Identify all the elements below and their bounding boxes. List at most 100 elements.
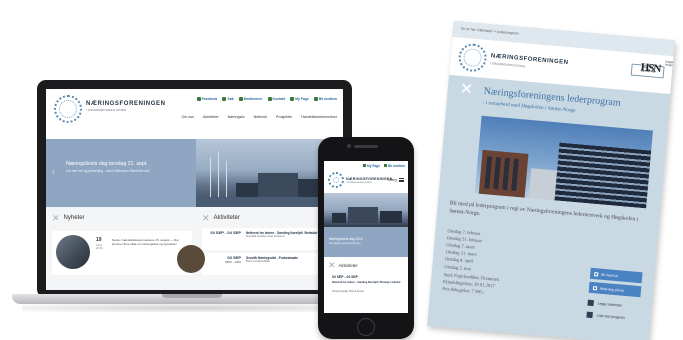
mobile-brand-sub: I DRAMMENSREGIONEN xyxy=(346,182,372,184)
cross-icon: ✕ xyxy=(52,212,60,223)
phone-speaker xyxy=(354,145,378,148)
cross-icon: ✕ xyxy=(202,212,210,223)
mobile-event-date: 03 SEP - 04 SEP xyxy=(332,275,358,279)
home-button xyxy=(357,318,375,336)
decorative-circle xyxy=(177,245,205,273)
util-label: Medlemmer xyxy=(243,97,263,101)
nav-item[interactable]: Aktiviteter xyxy=(203,115,219,119)
mobile-util-my-page[interactable]: My Page xyxy=(363,164,380,168)
news-column: ✕ Nyheter 19 AUG 2016 Neste / Handelsbestem… xyxy=(52,211,192,275)
hero-text-panel[interactable]: ‹ Næringslivets dag torsdag 21. sept. Le… xyxy=(46,139,196,207)
news-text: Neste / Handelsbestemmelsene 15. august … xyxy=(112,238,179,247)
util-search[interactable]: Søk xyxy=(222,97,234,101)
register-button[interactable]: Meld deg på her xyxy=(588,281,642,298)
calendar-label: Legg i kalender xyxy=(597,301,623,308)
event-time: 0800 - 1000 xyxy=(224,259,241,264)
news-heading: Nyheter xyxy=(63,215,85,221)
laptop-screen: NÆRINGSFORENINGEN I DRAMMENSREGIONEN Fac… xyxy=(46,89,343,290)
download-program-link[interactable]: Last ned program xyxy=(586,311,625,321)
mobile-activities-heading: Aktiviteter xyxy=(338,263,358,268)
util-label: Facebook xyxy=(201,97,218,101)
util-facebook[interactable]: Facebook xyxy=(196,97,218,101)
mobile-hero-text[interactable]: Næringslivets dag 2016 Se program og påm… xyxy=(324,227,408,257)
site-brand[interactable]: NÆRINGSFORENINGEN xyxy=(86,101,166,107)
mobile-hero-subtitle: Se program og påmelding her xyxy=(329,242,361,245)
search-icon xyxy=(222,97,227,101)
nav-item[interactable]: Næringsliv xyxy=(228,115,245,119)
mobile-activities: ✕ Aktiviteter 03 SEP - 04 SEP Nettverk fo… xyxy=(324,257,408,313)
util-label: Kontakt xyxy=(272,97,286,101)
mobile-event-title[interactable]: Nettverk for ledere - Samling Norefjell … xyxy=(332,281,404,285)
phone-icon xyxy=(267,97,272,101)
activities-heading: Aktiviteter xyxy=(213,215,240,221)
news-item[interactable]: 19 AUG 2016 Neste / Handelsbestemmelsene 1… xyxy=(52,231,192,275)
mobile-hero-photo xyxy=(324,193,408,227)
breadcrumb: Du er her: Aktiviteter > Lederprogram xyxy=(460,26,519,36)
util-become-member[interactable]: Bli medlem xyxy=(313,97,337,101)
user-add-icon xyxy=(313,97,318,101)
download-icon xyxy=(586,311,593,319)
lock-icon xyxy=(363,164,367,167)
event-date: 03 SEP 0800 - 1000 xyxy=(205,255,241,264)
site-header: NÆRINGSFORENINGEN I DRAMMENSREGIONEN Fac… xyxy=(46,89,343,139)
mobile-utility-bar: My Page Bli medlem xyxy=(363,164,405,168)
mobile-util-become-member[interactable]: Bli medlem xyxy=(383,164,405,168)
hsn-logo: HSN Høgskolen i Sørøst-Norge xyxy=(640,57,675,77)
nav-item[interactable]: Om oss xyxy=(182,115,194,119)
phone-screen: My Page Bli medlem NÆRINGSFORENINGEN I D… xyxy=(324,161,408,313)
util-label: My Page xyxy=(295,97,309,101)
facebook-icon xyxy=(196,97,201,101)
nav-item[interactable]: Prosjekter xyxy=(276,115,292,119)
flyer-page: Du er her: Aktiviteter > Lederprogram NÆ… xyxy=(427,20,675,340)
hsn-mark: HSN xyxy=(640,61,661,76)
mobile-hero-title: Næringslivets dag 2016 xyxy=(329,237,363,241)
register-label: Meld deg på her xyxy=(599,286,625,293)
flyer-details: Sted: Papirbredden, Drammen Påmeldingsfr… xyxy=(442,271,499,297)
site-logo-icon[interactable] xyxy=(328,172,344,188)
main-nav: Om oss Aktiviteter Næringsliv Nettverk P… xyxy=(182,115,338,119)
laptop-shadow xyxy=(22,304,362,312)
site-logo-icon xyxy=(457,42,488,73)
news-thumbnail[interactable] xyxy=(56,235,90,269)
util-members[interactable]: Medlemmer xyxy=(238,97,263,101)
members-icon xyxy=(238,97,243,101)
flyer-brand-sub: I DRAMMENSREGIONEN xyxy=(490,61,526,69)
calendar-icon xyxy=(594,271,599,276)
user-add-icon xyxy=(383,164,387,167)
join-button[interactable]: Bli med her xyxy=(589,267,643,284)
nav-item[interactable]: Handelsbestemmelser xyxy=(301,115,337,119)
hamburger-icon xyxy=(399,178,404,182)
event-date: 03 SEP - 04 SEP xyxy=(205,230,241,236)
utility-bar: Facebook Søk Medlemmer Kontakt My Page B… xyxy=(196,97,337,101)
laptop-notch xyxy=(162,294,222,298)
flyer-photo xyxy=(474,115,653,209)
hero-banner: ‹ Næringslivets dag torsdag 21. sept. Le… xyxy=(46,139,343,207)
edit-icon xyxy=(592,285,598,290)
lock-icon xyxy=(290,97,295,101)
mobile-brand: NÆRINGSFORENINGEN xyxy=(346,177,393,181)
menu-button[interactable]: Meny xyxy=(388,178,404,182)
site-brand-sub: I DRAMMENSREGIONEN xyxy=(86,108,127,112)
util-label: Bli medlem xyxy=(387,164,405,168)
cross-icon: ✕ xyxy=(459,80,474,99)
site-logo-icon[interactable] xyxy=(54,95,82,123)
util-contact[interactable]: Kontakt xyxy=(267,97,286,101)
news-date: 19 AUG 2016 xyxy=(96,237,103,250)
nav-item[interactable]: Nettverk xyxy=(254,115,267,119)
menu-label: Meny xyxy=(388,178,397,182)
calendar-icon xyxy=(587,299,594,307)
util-label: Søk xyxy=(227,97,234,101)
hero-subtitle: Les mer her og påmelding - Hans Willumse… xyxy=(66,169,150,173)
cross-icon: ✕ xyxy=(328,260,336,270)
flyer-mockup: Du er her: Aktiviteter > Lederprogram NÆ… xyxy=(418,16,683,340)
download-label: Last ned program xyxy=(596,313,625,320)
hero-title: Næringslivets dag torsdag 21. sept. xyxy=(66,161,148,167)
event-date-text: 03 SEP - 04 SEP xyxy=(210,230,241,235)
phone-mockup: My Page Bli medlem NÆRINGSFORENINGEN I D… xyxy=(318,137,414,339)
chevron-left-icon[interactable]: ‹ xyxy=(52,167,55,176)
util-my-page[interactable]: My Page xyxy=(290,97,309,101)
news-year: 2016 xyxy=(96,245,103,250)
join-label: Bli med her xyxy=(601,272,619,278)
add-to-calendar-link[interactable]: Legg i kalender xyxy=(587,299,623,309)
mobile-event-subtitle: Norefjell Quality Hotel & Resort xyxy=(332,291,364,293)
